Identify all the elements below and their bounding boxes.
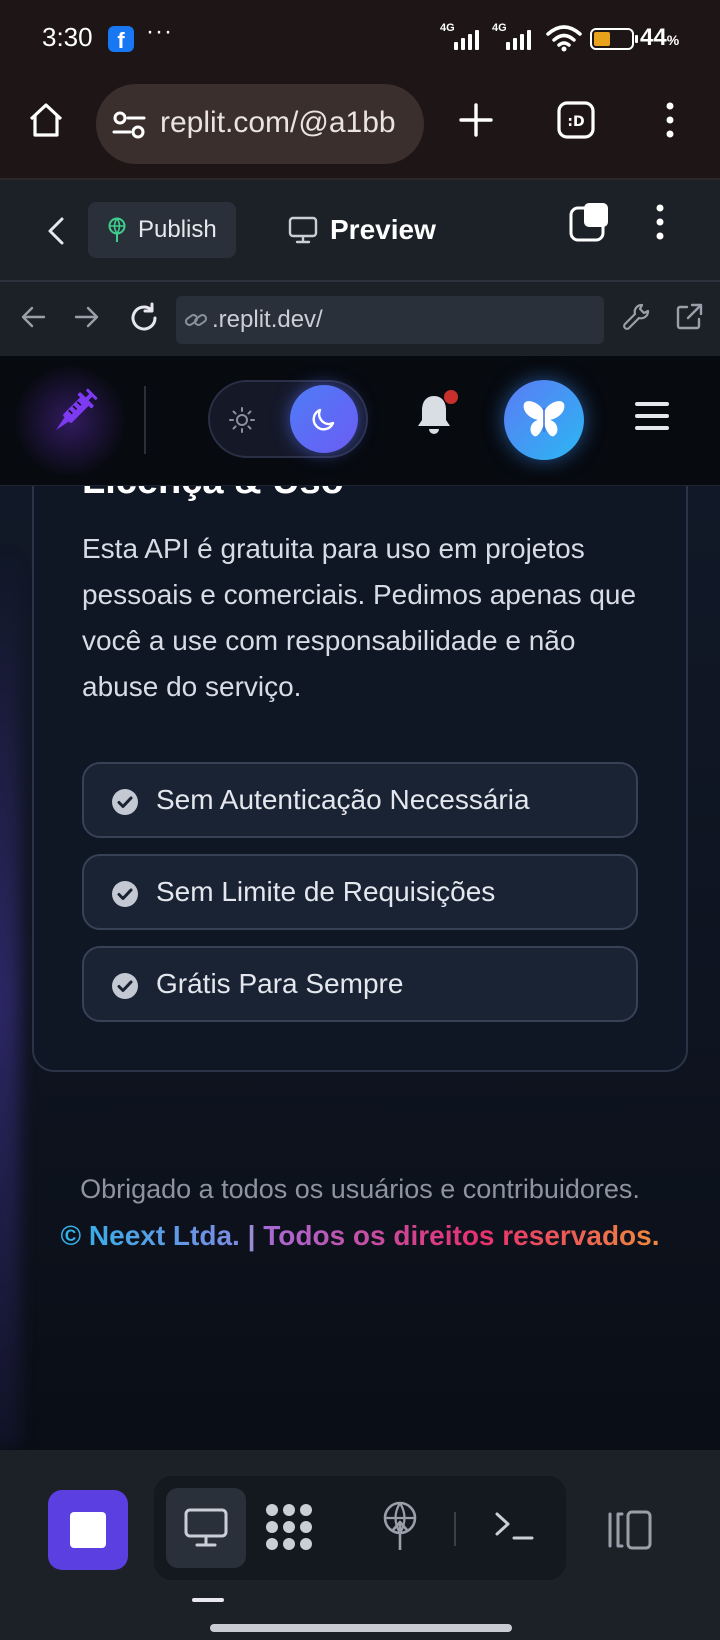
copyright-text: © Neext Ltda. [60, 1220, 240, 1251]
feature-item: Sem Autenticação Necessária [82, 762, 638, 838]
facebook-icon: f [108, 26, 134, 53]
preview-button[interactable]: Preview [286, 202, 456, 258]
nav-divider [144, 386, 146, 454]
kebab-icon[interactable] [652, 202, 668, 242]
monitor-icon [184, 1508, 228, 1547]
publish-label: Publish [138, 216, 217, 243]
feature-item: Sem Limite de Requisições [82, 854, 638, 930]
feature-label: Sem Autenticação Necessária [156, 784, 530, 815]
status-time: 3:30 [42, 22, 93, 52]
apps-grid-icon[interactable] [264, 1502, 314, 1552]
stop-icon [70, 1512, 106, 1548]
arrow-right-icon[interactable] [74, 304, 100, 330]
status-bar: 3:30 f ··· 4G 4G 44% [0, 0, 720, 80]
footer-copyright: © Neext Ltda. | Todos os direitos reserv… [0, 1220, 720, 1252]
footer-thanks: Obrigado a todos os usuários e contribui… [80, 1174, 640, 1204]
webview-toolbar: .replit.dev/ [0, 282, 720, 356]
svg-text::D: :D [567, 114, 584, 130]
back-icon[interactable] [44, 216, 68, 246]
more-notifications-icon: ··· [146, 18, 173, 45]
layout-toggle-icon[interactable] [606, 1508, 656, 1552]
browser-toolbar: replit.com/@a1bb :D [0, 80, 720, 180]
avatar[interactable] [504, 380, 584, 460]
license-description: Esta API é gratuita para uso em projetos… [82, 533, 637, 702]
preview-monitor-icon [288, 216, 318, 244]
battery-percent: 44% [640, 24, 679, 52]
theme-toggle[interactable] [208, 380, 368, 458]
deploy-icon[interactable] [380, 1500, 420, 1552]
rights-text: Todos os direitos reservados. [263, 1220, 660, 1251]
copyright-separator: | [247, 1220, 256, 1251]
page-content: Licença & Uso Esta API é gratuita para u… [0, 486, 720, 1450]
tab-switcher-icon[interactable]: :D [556, 100, 596, 140]
home-icon[interactable] [26, 100, 66, 140]
stop-button[interactable] [48, 1490, 128, 1570]
replit-header: Publish Preview [0, 180, 720, 282]
sim2-label: 4G [492, 22, 507, 34]
sun-icon [229, 407, 255, 433]
tabs-icon[interactable] [568, 200, 612, 244]
terminal-icon[interactable] [494, 1508, 534, 1542]
license-title: Licença & Uso [82, 486, 344, 503]
feature-label: Sem Limite de Requisições [156, 876, 496, 907]
side-glow [0, 546, 20, 1446]
butterfly-icon [523, 401, 565, 437]
moon-knob [290, 385, 358, 453]
external-link-icon[interactable] [674, 302, 704, 332]
signal-icon: 4G [492, 22, 538, 50]
signal-icon: 4G [440, 22, 486, 50]
home-indicator[interactable] [210, 1624, 512, 1632]
tab-indicator [192, 1598, 224, 1602]
link-icon [184, 314, 208, 326]
webview-url: .replit.dev/ [212, 306, 323, 333]
moon-icon [312, 408, 335, 431]
browser-menu-icon[interactable] [662, 100, 678, 140]
site-navbar [0, 356, 720, 486]
hamburger-icon[interactable] [634, 400, 670, 432]
address-url: replit.com/@a1bb [160, 106, 396, 139]
battery-percent-value: 44 [640, 24, 667, 51]
site-settings-icon[interactable] [112, 110, 146, 140]
syringe-logo-icon[interactable] [48, 388, 98, 438]
replit-bottom-toolbar [0, 1450, 720, 1640]
battery-icon [590, 28, 638, 50]
battery-level [594, 32, 610, 46]
preview-tool-button[interactable] [166, 1488, 246, 1568]
tools-group [154, 1476, 566, 1580]
reload-icon[interactable] [128, 302, 160, 334]
check-circle-icon [112, 973, 138, 999]
check-circle-icon [112, 881, 138, 907]
webview-url-field[interactable]: .replit.dev/ [176, 296, 604, 344]
address-bar[interactable]: replit.com/@a1bb [96, 84, 424, 164]
new-tab-icon[interactable] [458, 102, 494, 138]
publish-icon [108, 217, 126, 242]
wrench-icon[interactable] [622, 302, 652, 332]
tools-divider [454, 1512, 456, 1546]
arrow-left-icon[interactable] [20, 304, 46, 330]
feature-item: Grátis Para Sempre [82, 946, 638, 1022]
notification-dot [444, 390, 458, 404]
feature-label: Grátis Para Sempre [156, 968, 404, 999]
publish-button[interactable]: Publish [88, 202, 236, 258]
preview-label: Preview [330, 214, 436, 245]
check-circle-icon [112, 789, 138, 815]
wifi-icon [546, 25, 582, 52]
sim1-label: 4G [440, 22, 455, 34]
battery-percent-unit: % [666, 32, 680, 48]
